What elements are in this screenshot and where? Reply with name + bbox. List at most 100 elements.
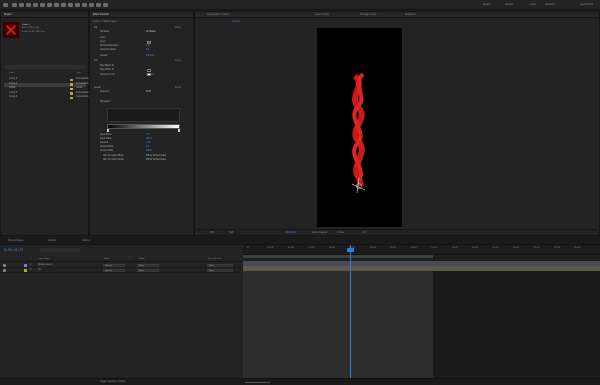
levels-gradient [107, 124, 180, 129]
effect-param-value[interactable]: RGB [146, 91, 151, 95]
ruler-tick-label: 03:15f [390, 247, 397, 249]
resolution-dropdown[interactable]: Half [229, 232, 233, 234]
roto-brush-tool-icon[interactable] [96, 3, 101, 7]
camera-tool-icon[interactable] [40, 3, 45, 7]
search-help[interactable]: Search Help [580, 3, 593, 6]
label-color-swatch[interactable] [70, 83, 73, 86]
trkmat-dropdown[interactable]: None [137, 268, 159, 273]
label-color-swatch[interactable] [70, 87, 73, 91]
time-ruler[interactable]: 0f00:15f01:00f01:15f02:00f02:15f03:00f03… [243, 245, 600, 255]
current-time-indicator[interactable] [350, 245, 351, 378]
viewer-timecode[interactable]: 0;00;04;22 [285, 232, 296, 234]
viewer-options-bar: 50% Half 0;00;04;22 Active Camera 1 View… [197, 229, 597, 235]
timeline-zoom-slider[interactable] [245, 381, 270, 383]
pen-tool-icon[interactable] [61, 3, 66, 7]
effect-controls-tab[interactable]: Effect Controls [90, 12, 193, 18]
comp-breadcrumb[interactable]: Comp 1 [232, 21, 240, 23]
layer-label-color[interactable] [24, 269, 27, 272]
project-item[interactable]: Comp 3 Composition [4, 96, 89, 100]
tab-composition[interactable]: Composition: Comp 1 [207, 12, 230, 17]
zoom-dropdown[interactable]: 50% [210, 232, 215, 234]
item-name: Comp 1 [9, 82, 18, 85]
effect-param-value[interactable]: Off for 32 bpc Color [146, 159, 166, 163]
input-white-handle[interactable] [178, 129, 180, 132]
project-item[interactable]: Solids Folder [4, 87, 86, 91]
fill-color-swatch[interactable] [147, 41, 151, 44]
parent-dropdown[interactable]: None [207, 268, 233, 273]
work-area-bar[interactable] [243, 255, 433, 258]
col-name[interactable]: Name [9, 72, 15, 74]
effect-param-value[interactable]: 0.0 [146, 49, 149, 53]
puppet-tool-icon[interactable] [103, 3, 108, 7]
timeline-tabs: Render Queue Comp 1 Comp 2 [0, 237, 600, 245]
layer-label-color[interactable] [24, 264, 27, 267]
shape-tool-icon[interactable] [54, 3, 59, 7]
views-dropdown[interactable]: 1 View [337, 232, 344, 234]
ruler-tick-label: 00:15f [267, 247, 274, 249]
label-color-swatch[interactable] [70, 96, 73, 100]
visibility-eye-icon[interactable] [3, 269, 6, 272]
label-color-swatch[interactable] [70, 78, 73, 82]
text-tool-icon[interactable] [68, 3, 73, 7]
workspace-review[interactable]: Review [505, 3, 513, 6]
timeline-search-input[interactable] [40, 248, 80, 252]
tint-white-swatch[interactable] [147, 73, 151, 76]
layer-name[interactable]: [1] [38, 269, 41, 271]
parent-dropdown[interactable]: None [207, 263, 233, 268]
camera-dropdown[interactable]: Active Camera [312, 232, 327, 234]
tint-black-swatch[interactable] [147, 69, 151, 72]
zoom-tool-icon[interactable] [26, 3, 31, 7]
hand-tool-icon[interactable] [19, 3, 24, 7]
toggle-switches-modes[interactable]: Toggle Switches / Modes [100, 381, 125, 383]
effect-param-value[interactable]: Reset [175, 60, 181, 64]
col-type[interactable]: Type [76, 72, 81, 74]
tab-flowchart[interactable]: Flowchart [405, 12, 415, 17]
effect-param-label: Vertical Feather [100, 49, 117, 51]
input-black-handle[interactable] [107, 129, 109, 132]
project-item[interactable]: Comp 1 Composition [4, 82, 89, 87]
layer-name[interactable]: Shape Layer 1 [38, 264, 53, 266]
tab-layer[interactable]: Layer (none) [315, 12, 329, 17]
workspace-learn[interactable]: Learn [530, 3, 536, 6]
col-parent: Parent & Link [208, 258, 222, 260]
label-color-swatch[interactable] [70, 92, 73, 95]
col-layer-name[interactable]: Layer Name [38, 258, 50, 260]
exposure-value[interactable]: +0.0 [362, 232, 367, 234]
effect-param-value[interactable]: All Masks [146, 31, 156, 35]
mode-dropdown[interactable]: Normal [103, 263, 125, 268]
item-type: Composition [76, 91, 89, 94]
tab-render-queue[interactable]: Render Queue [8, 239, 24, 242]
effect-param-value[interactable]: Reset [175, 27, 181, 31]
effect-param-label: Output White [100, 150, 114, 152]
effect-param-value[interactable]: 255.0 [146, 150, 152, 154]
project-tab[interactable]: Project [1, 12, 88, 18]
brush-tool-icon[interactable] [75, 3, 80, 7]
selection-tool-icon[interactable] [12, 3, 17, 7]
effect-param-value[interactable]: Reset [175, 87, 181, 91]
effect-param-label: Clip To Output White [103, 159, 125, 161]
tab-comp-1[interactable]: Comp 1 [48, 239, 56, 242]
home-icon[interactable] [3, 3, 8, 7]
timeline-timecode[interactable]: 0;00;04;22 [4, 248, 23, 252]
tab-footage[interactable]: Footage (none) [360, 12, 376, 17]
project-item[interactable]: Comp 1 Composition [4, 78, 89, 82]
mode-dropdown[interactable]: Normal [103, 268, 125, 273]
project-item[interactable]: Comp 2 Composition [4, 91, 89, 96]
timeline-layer-row[interactable]: 2 [1] Normal None None [0, 268, 243, 273]
trkmat-dropdown[interactable]: None [137, 263, 159, 268]
timeline-graph-area: 0f00:15f01:00f01:15f02:00f02:15f03:00f03… [243, 245, 600, 378]
workspace-standard[interactable]: Standard [545, 3, 555, 6]
project-search-input[interactable] [4, 65, 86, 69]
composition-canvas[interactable] [317, 28, 402, 227]
workspace-default[interactable]: Default [483, 3, 491, 6]
col-trkmat: TrkMat [138, 258, 145, 260]
rotate-tool-icon[interactable] [33, 3, 38, 7]
project-info: Comp 1 800 x 1200 (1.00) Δ 0;00;10;00, 2… [22, 24, 45, 34]
item-name: Comp 3 [9, 96, 18, 98]
tab-comp-2[interactable]: Comp 2 [82, 239, 90, 242]
eraser-tool-icon[interactable] [89, 3, 94, 7]
clone-stamp-tool-icon[interactable] [82, 3, 87, 7]
pan-behind-tool-icon[interactable] [47, 3, 52, 7]
effect-param-value[interactable]: 100.0% [146, 55, 154, 59]
visibility-eye-icon[interactable] [3, 264, 6, 267]
